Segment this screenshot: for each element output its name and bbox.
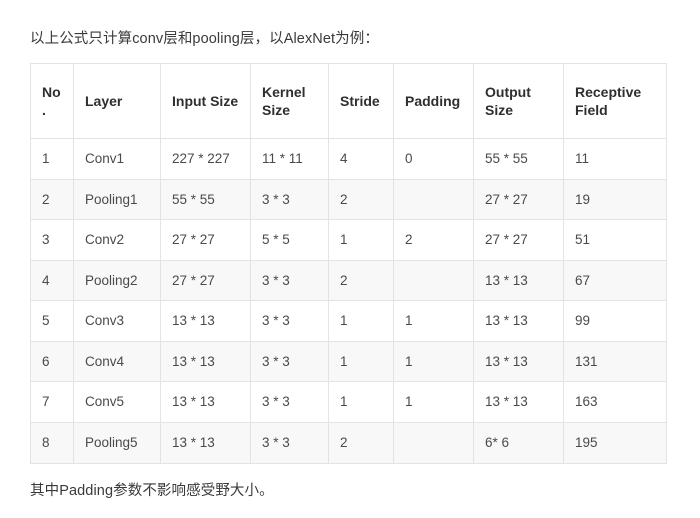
- cell-receptive-field: 163: [563, 381, 667, 423]
- cell-stride: 1: [328, 300, 394, 342]
- cell-receptive-field: 67: [563, 259, 667, 302]
- column-header-stride: Stride: [328, 63, 394, 139]
- cell-kernel-size: 3 * 3: [250, 421, 329, 464]
- cell-input-size: 13 * 13: [160, 421, 251, 464]
- receptive-field-table-container: No. Layer Input Size Kernel Size Stride …: [30, 63, 667, 464]
- cell-layer: Conv5: [73, 381, 161, 423]
- cell-no: 7: [30, 381, 74, 423]
- cell-output-size: 27 * 27: [473, 219, 564, 261]
- cell-input-size: 27 * 27: [160, 219, 251, 261]
- table-row: 5 Conv3 13 * 13 3 * 3 1 1 13 * 13 99: [30, 300, 667, 342]
- cell-stride: 2: [328, 421, 394, 464]
- cell-input-size: 227 * 227: [160, 138, 251, 180]
- cell-layer: Pooling2: [73, 259, 161, 302]
- cell-stride: 2: [328, 259, 394, 302]
- cell-layer: Conv1: [73, 138, 161, 180]
- cell-kernel-size: 5 * 5: [250, 219, 329, 261]
- cell-layer: Conv2: [73, 219, 161, 261]
- cell-input-size: 13 * 13: [160, 300, 251, 342]
- cell-receptive-field: 19: [563, 178, 667, 221]
- cell-output-size: 13 * 13: [473, 340, 564, 383]
- table-row: 4 Pooling2 27 * 27 3 * 3 2 13 * 13 67: [30, 259, 667, 302]
- table-row: 2 Pooling1 55 * 55 3 * 3 2 27 * 27 19: [30, 178, 667, 221]
- cell-no: 2: [30, 178, 74, 221]
- cell-input-size: 55 * 55: [160, 178, 251, 221]
- note-paragraph: 其中Padding参数不影响感受野大小。: [30, 482, 274, 499]
- cell-kernel-size: 3 * 3: [250, 300, 329, 342]
- column-header-receptive-field: Receptive Field: [563, 63, 667, 139]
- cell-padding: [393, 259, 474, 302]
- cell-padding: 1: [393, 300, 474, 342]
- cell-padding: [393, 178, 474, 221]
- cell-output-size: 13 * 13: [473, 300, 564, 342]
- cell-no: 5: [30, 300, 74, 342]
- cell-kernel-size: 3 * 3: [250, 259, 329, 302]
- receptive-field-table: No. Layer Input Size Kernel Size Stride …: [30, 63, 667, 464]
- cell-layer: Pooling1: [73, 178, 161, 221]
- cell-input-size: 27 * 27: [160, 259, 251, 302]
- cell-no: 6: [30, 340, 74, 383]
- column-header-input-size: Input Size: [160, 63, 251, 139]
- page-root: 以上公式只计算conv层和pooling层，以AlexNet为例： No. La…: [0, 0, 700, 518]
- cell-receptive-field: 51: [563, 219, 667, 261]
- cell-input-size: 13 * 13: [160, 381, 251, 423]
- cell-receptive-field: 11: [563, 138, 667, 180]
- cell-no: 3: [30, 219, 74, 261]
- cell-stride: 4: [328, 138, 394, 180]
- column-header-padding: Padding: [393, 63, 474, 139]
- cell-padding: [393, 421, 474, 464]
- cell-output-size: 55 * 55: [473, 138, 564, 180]
- cell-layer: Conv3: [73, 300, 161, 342]
- cell-receptive-field: 131: [563, 340, 667, 383]
- cell-output-size: 13 * 13: [473, 381, 564, 423]
- cell-stride: 2: [328, 178, 394, 221]
- table-row: 1 Conv1 227 * 227 11 * 11 4 0 55 * 55 11: [30, 138, 667, 180]
- cell-receptive-field: 195: [563, 421, 667, 464]
- cell-no: 8: [30, 421, 74, 464]
- cell-padding: 1: [393, 340, 474, 383]
- column-header-layer: Layer: [73, 63, 161, 139]
- column-header-no: No.: [30, 63, 74, 139]
- cell-layer: Conv4: [73, 340, 161, 383]
- table-header-row: No. Layer Input Size Kernel Size Stride …: [30, 63, 667, 139]
- cell-stride: 1: [328, 381, 394, 423]
- intro-paragraph: 以上公式只计算conv层和pooling层，以AlexNet为例：: [30, 30, 379, 47]
- cell-output-size: 13 * 13: [473, 259, 564, 302]
- cell-kernel-size: 3 * 3: [250, 381, 329, 423]
- table-row: 6 Conv4 13 * 13 3 * 3 1 1 13 * 13 131: [30, 340, 667, 383]
- cell-no: 1: [30, 138, 74, 180]
- cell-output-size: 27 * 27: [473, 178, 564, 221]
- cell-padding: 1: [393, 381, 474, 423]
- table-row: 8 Pooling5 13 * 13 3 * 3 2 6* 6 195: [30, 421, 667, 464]
- cell-output-size: 6* 6: [473, 421, 564, 464]
- table-body: 1 Conv1 227 * 227 11 * 11 4 0 55 * 55 11…: [30, 138, 667, 464]
- cell-no: 4: [30, 259, 74, 302]
- table-row: 7 Conv5 13 * 13 3 * 3 1 1 13 * 13 163: [30, 381, 667, 423]
- table-header: No. Layer Input Size Kernel Size Stride …: [30, 63, 667, 139]
- cell-input-size: 13 * 13: [160, 340, 251, 383]
- cell-kernel-size: 3 * 3: [250, 178, 329, 221]
- cell-stride: 1: [328, 340, 394, 383]
- cell-padding: 0: [393, 138, 474, 180]
- cell-kernel-size: 3 * 3: [250, 340, 329, 383]
- cell-padding: 2: [393, 219, 474, 261]
- column-header-kernel-size: Kernel Size: [250, 63, 329, 139]
- column-header-output-size: Output Size: [473, 63, 564, 139]
- cell-stride: 1: [328, 219, 394, 261]
- table-row: 3 Conv2 27 * 27 5 * 5 1 2 27 * 27 51: [30, 219, 667, 261]
- cell-receptive-field: 99: [563, 300, 667, 342]
- cell-kernel-size: 11 * 11: [250, 138, 329, 180]
- cell-layer: Pooling5: [73, 421, 161, 464]
